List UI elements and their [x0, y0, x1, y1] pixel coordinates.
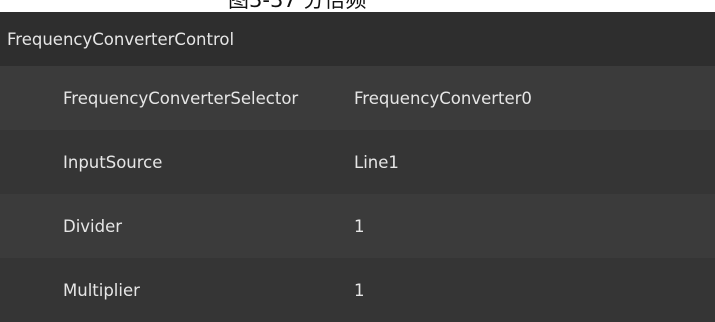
property-value[interactable]: 1: [351, 217, 365, 236]
property-name: FrequencyConverterSelector: [63, 88, 299, 108]
property-row-divider[interactable]: Divider 1: [0, 194, 715, 258]
property-value[interactable]: Line1: [351, 153, 399, 172]
property-name: Multiplier: [63, 280, 140, 300]
property-row-multiplier[interactable]: Multiplier 1: [0, 258, 715, 322]
property-value[interactable]: FrequencyConverter0: [351, 89, 532, 108]
figure-caption-strip: 图3-37 分倍频: [0, 0, 715, 12]
group-header-label: FrequencyConverterControl: [7, 29, 235, 49]
property-name: Divider: [63, 216, 123, 236]
property-name: InputSource: [63, 152, 163, 172]
property-row-frequency-converter-selector[interactable]: FrequencyConverterSelector FrequencyConv…: [0, 66, 715, 130]
figure-caption: 图3-37 分倍频: [228, 0, 367, 12]
property-panel: FrequencyConverterControl FrequencyConve…: [0, 12, 715, 322]
property-value[interactable]: 1: [351, 281, 365, 300]
property-row-input-source[interactable]: InputSource Line1: [0, 130, 715, 194]
group-header-frequency-converter-control[interactable]: FrequencyConverterControl: [0, 12, 715, 66]
